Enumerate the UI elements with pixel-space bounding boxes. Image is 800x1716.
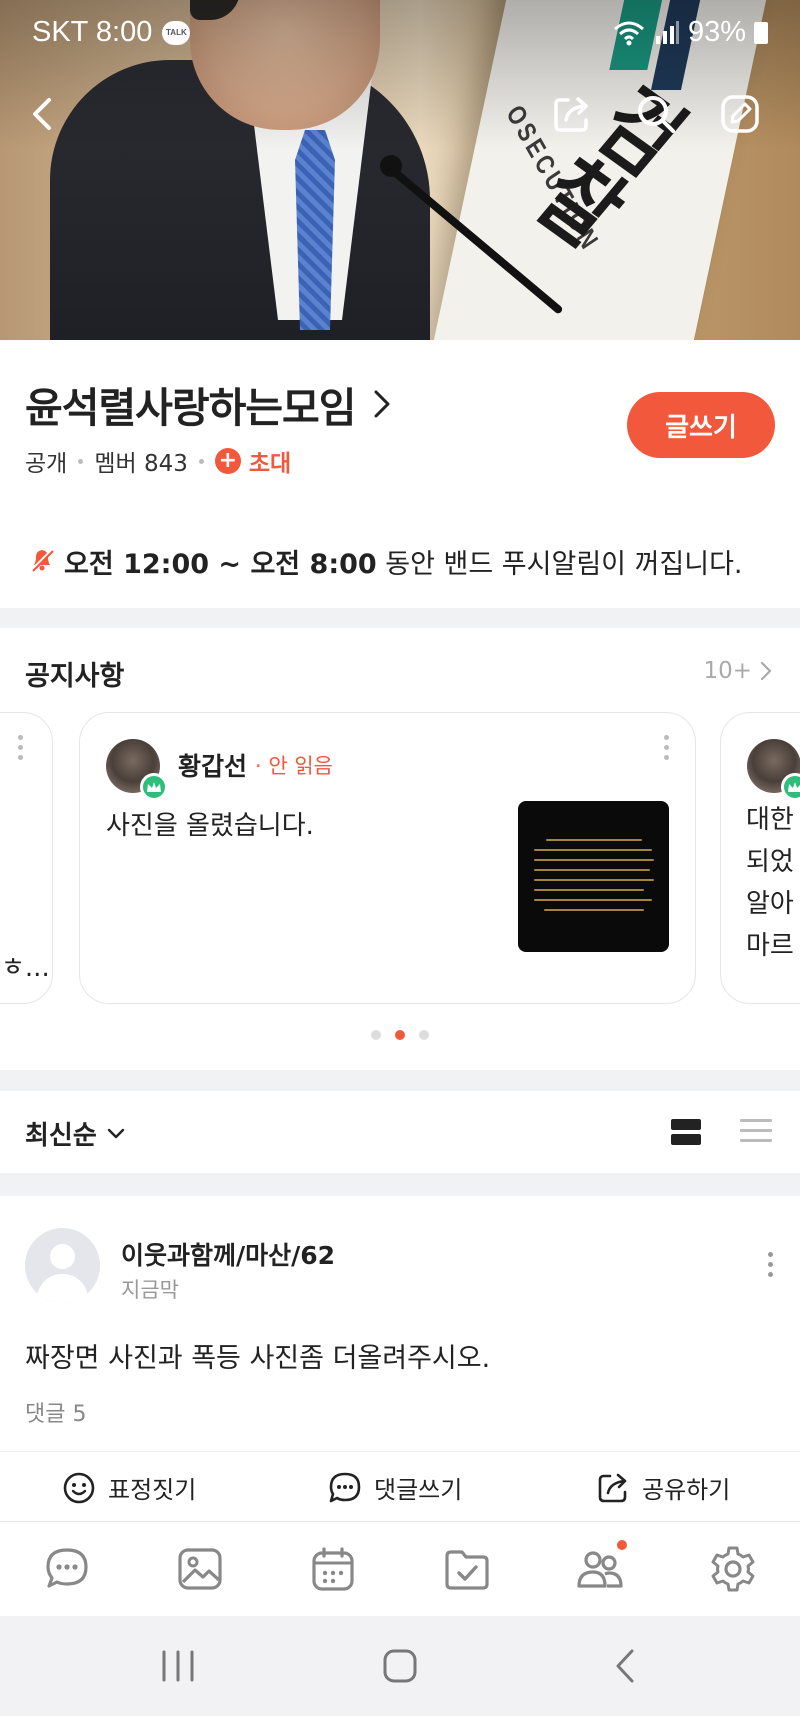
notices-count: 10+ — [703, 658, 752, 684]
more-icon[interactable] — [18, 735, 26, 765]
members-icon — [577, 1551, 623, 1588]
folder-check-icon — [445, 1550, 489, 1590]
more-icon[interactable] — [664, 735, 672, 765]
notices-more-link[interactable]: 10+ — [703, 658, 772, 684]
notices-section: 공지사항 10+ ㅎ... 황갑선 · 안 읽음 사진을 올렸습니다. 대한 되… — [0, 628, 800, 1070]
tab-posts[interactable] — [42, 1544, 92, 1594]
sort-dropdown[interactable]: 최신순 — [25, 1115, 125, 1152]
photo-icon — [178, 1548, 222, 1590]
crown-icon — [140, 773, 168, 801]
status-carrier-time: SKT 8:00 — [32, 16, 153, 48]
crown-icon — [781, 773, 800, 801]
tab-mission[interactable] — [442, 1544, 492, 1594]
tab-photos[interactable] — [175, 1544, 225, 1594]
battery-percent: 93% — [687, 16, 746, 48]
notice-text: 사진을 올렸습니다. — [106, 811, 314, 841]
comment-label: 댓글쓰기 — [374, 1476, 463, 1504]
settings-icon — [711, 1546, 755, 1592]
smile-icon — [63, 1472, 95, 1503]
avatar[interactable] — [25, 1228, 100, 1303]
sort-bar: 최신순 — [0, 1091, 800, 1173]
notice-card-prev[interactable]: ㅎ... — [0, 712, 53, 1004]
notice-thumbnail[interactable] — [518, 801, 669, 952]
search-button[interactable] — [630, 88, 682, 140]
recent-apps-icon[interactable] — [156, 1644, 200, 1688]
share-post-button[interactable]: 공유하기 — [596, 1470, 730, 1505]
battery-icon — [754, 21, 768, 44]
back-arrow-icon — [33, 98, 51, 130]
sort-label: 최신순 — [25, 1121, 97, 1151]
comment-icon — [329, 1472, 361, 1502]
carousel-dot — [419, 1030, 429, 1040]
emotion-label: 표정짓기 — [108, 1476, 197, 1504]
share-icon — [554, 97, 588, 132]
notice-card[interactable]: 황갑선 · 안 읽음 사진을 올렸습니다. — [79, 712, 696, 1004]
band-name: 윤석렬사랑하는모임 — [25, 384, 356, 432]
carousel-dot-active — [395, 1030, 405, 1040]
post-time: 지금막 — [121, 1278, 179, 1302]
push-notice-suffix: 동안 밴드 푸시알림이 꺼집니다. — [376, 549, 743, 580]
edit-band-button[interactable] — [714, 88, 766, 140]
tab-members[interactable] — [575, 1540, 627, 1594]
share-label: 공유하기 — [642, 1476, 731, 1504]
list-view-toggle[interactable] — [740, 1119, 772, 1145]
status-bar: SKT 8:00 TALK 93% — [0, 0, 800, 70]
home-icon[interactable] — [378, 1644, 422, 1688]
post-card[interactable]: 이웃과함께/마산/62 지금막 짜장면 사진과 폭등 사진좀 더올려주시오. 댓… — [0, 1196, 800, 1521]
back-button[interactable] — [18, 88, 70, 140]
invite-label: 초대 — [248, 451, 292, 477]
notice-next-text: 대한 되었 알아 마르 — [746, 805, 794, 961]
members-count[interactable]: 멤버 843 — [94, 444, 188, 478]
push-time-range: 오전 12:00 ~ 오전 8:00 — [64, 549, 377, 580]
avatar — [106, 739, 168, 801]
notice-card-next[interactable]: 대한 되었 알아 마르 — [720, 712, 800, 1004]
chat-icon — [46, 1548, 88, 1588]
card-view-toggle[interactable] — [671, 1119, 701, 1145]
comment-count[interactable]: 댓글 5 — [25, 1396, 86, 1428]
bell-off-icon — [30, 548, 54, 572]
post-content[interactable]: 짜장면 사진과 폭등 사진좀 더올려주시오. — [25, 1336, 490, 1375]
search-icon — [638, 96, 675, 133]
share-band-button[interactable] — [546, 88, 598, 140]
visibility-label: 공개 — [25, 451, 68, 477]
notices-title: 공지사항 — [25, 661, 125, 692]
push-notice-text: 오전 12:00 ~ 오전 8:00 동안 밴드 푸시알림이 꺼집니다. — [64, 542, 743, 581]
unread-status: · 안 읽음 — [255, 754, 334, 778]
write-post-button[interactable]: 글쓰기 — [627, 392, 775, 458]
new-badge — [617, 1540, 627, 1550]
more-icon[interactable] — [768, 1252, 774, 1282]
share-icon — [598, 1473, 627, 1502]
band-title-link[interactable]: 윤석렬사랑하는모임 — [25, 374, 391, 434]
system-back-icon[interactable] — [604, 1644, 648, 1688]
band-info-section: 윤석렬사랑하는모임 공개 멤버 843 + 초대 글쓰기 — [0, 340, 800, 512]
post-actions: 표정짓기 댓글쓰기 공유하기 — [0, 1451, 800, 1521]
post-author[interactable]: 이웃과함께/마산/62 — [121, 1236, 335, 1272]
tab-settings[interactable] — [708, 1544, 758, 1594]
push-notice-banner[interactable]: 오전 12:00 ~ 오전 8:00 동안 밴드 푸시알림이 꺼집니다. — [0, 512, 800, 608]
emotion-button[interactable]: 표정짓기 — [62, 1470, 196, 1505]
plus-icon: + — [214, 448, 241, 474]
carousel-dot — [371, 1030, 381, 1040]
notice-prev-text: ㅎ... — [1, 953, 50, 983]
wifi-icon — [613, 21, 644, 45]
avatar — [747, 739, 800, 801]
chevron-right-icon — [374, 390, 390, 418]
notice-author[interactable]: 황갑선 · 안 읽음 — [178, 747, 333, 783]
edit-icon — [721, 95, 759, 133]
carousel-indicator — [0, 1030, 800, 1040]
tab-calendar[interactable] — [308, 1544, 358, 1594]
comment-button[interactable]: 댓글쓰기 — [328, 1470, 462, 1505]
band-meta: 공개 멤버 843 + 초대 — [25, 444, 291, 478]
chevron-right-icon — [760, 661, 772, 681]
bottom-tab-bar — [0, 1521, 800, 1616]
signal-icon — [655, 20, 679, 44]
chevron-down-icon — [107, 1128, 124, 1138]
calendar-icon — [312, 1547, 354, 1591]
notice-author-name: 황갑선 — [178, 752, 248, 781]
system-navigation-bar — [0, 1616, 800, 1716]
invite-button[interactable]: + 초대 — [214, 444, 292, 478]
talk-notification-icon: TALK — [162, 20, 191, 45]
